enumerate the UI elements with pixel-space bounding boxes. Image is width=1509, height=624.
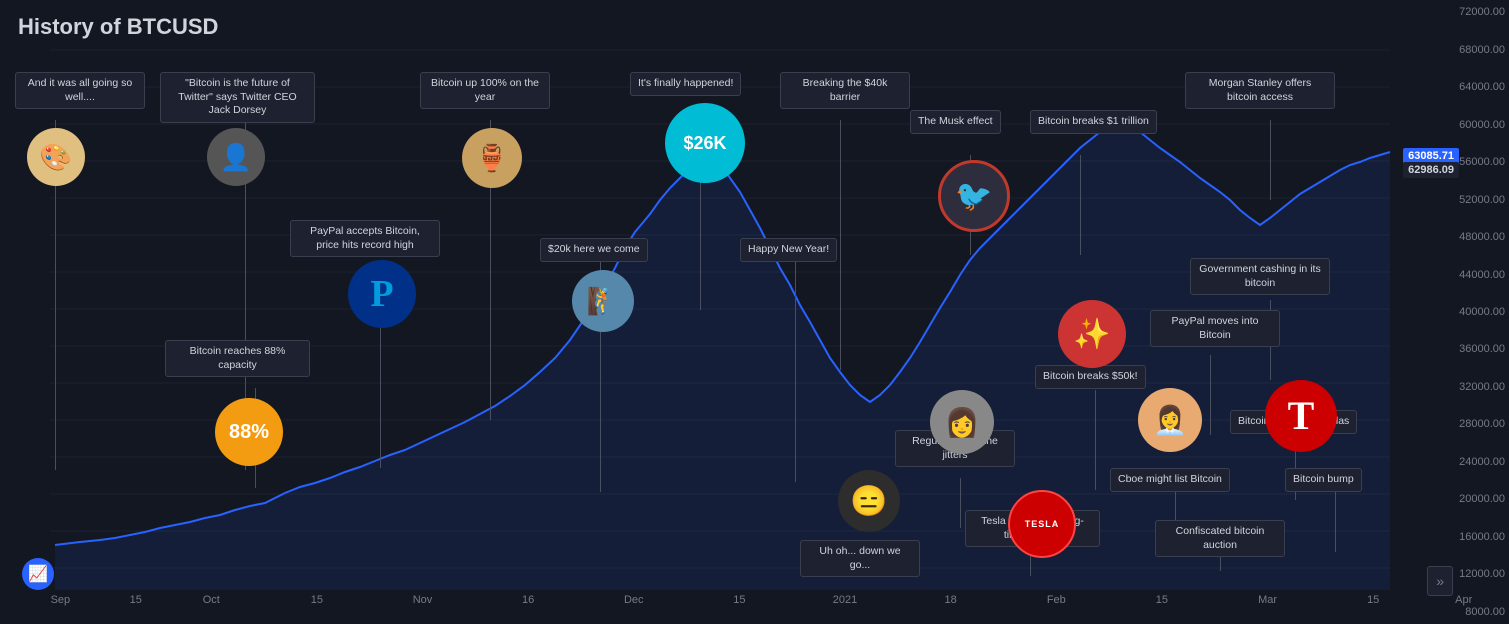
circle-c6: 🧗 <box>572 270 634 332</box>
x-label: Sep <box>51 594 71 606</box>
annotation-line-ann13 <box>960 478 961 528</box>
y-label: 28000.00 <box>1459 418 1505 430</box>
annotation-ann3: Bitcoin up 100% on the year <box>420 72 550 109</box>
annotation-ann10: $20k here we come <box>540 238 648 262</box>
annotation-line-ann14 <box>1030 556 1031 576</box>
nav-arrow-right[interactable]: » <box>1427 566 1453 596</box>
annotation-ann6: The Musk effect <box>910 110 1001 134</box>
annotation-ann7: Bitcoin breaks $1 trillion <box>1030 110 1157 134</box>
circle-c7: 🐦 <box>938 160 1010 232</box>
x-label: Mar <box>1258 594 1277 606</box>
annotation-line-ann5 <box>840 120 841 370</box>
y-label: 68000.00 <box>1459 44 1505 56</box>
annotation-ann9: PayPal accepts Bitcoin, price hits recor… <box>290 220 440 257</box>
y-label: 48000.00 <box>1459 231 1505 243</box>
y-label: 32000.00 <box>1459 381 1505 393</box>
annotation-line-ann8 <box>1270 120 1271 200</box>
x-label: 15 <box>1367 594 1379 606</box>
circle-c8: 88% <box>215 398 283 466</box>
annotation-ann1: And it was all going so well.... <box>15 72 145 109</box>
y-label: 64000.00 <box>1459 81 1505 93</box>
page-title: History of BTCUSD <box>18 14 218 40</box>
y-label: 8000.00 <box>1465 606 1505 618</box>
x-label: 2021 <box>833 594 857 606</box>
annotation-line-ann11 <box>795 262 796 482</box>
x-label: 15 <box>733 594 745 606</box>
annotation-line-ann20 <box>1220 556 1221 571</box>
circle-c1: 🎨 <box>27 128 85 186</box>
x-label: 15 <box>130 594 142 606</box>
annotation-ann2: "Bitcoin is the future of Twitter" says … <box>160 72 315 123</box>
price-label: 62986.09 <box>1403 162 1459 178</box>
annotation-ann8: Morgan Stanley offers bitcoin access <box>1185 72 1335 109</box>
y-label: 56000.00 <box>1459 156 1505 168</box>
annotation-line-ann15 <box>1095 390 1096 490</box>
circle-c13: 👩‍💼 <box>1138 388 1202 452</box>
x-label: 18 <box>945 594 957 606</box>
annotation-ann22: Uh oh... down we go... <box>800 540 920 577</box>
x-label: Oct <box>203 594 220 606</box>
annotation-line-ann7 <box>1080 155 1081 255</box>
y-label: 52000.00 <box>1459 194 1505 206</box>
annotation-ann21: Bitcoin bump <box>1285 468 1362 492</box>
y-label: 24000.00 <box>1459 456 1505 468</box>
circle-c5: $26K <box>665 103 745 183</box>
y-label: 36000.00 <box>1459 343 1505 355</box>
annotation-ann20: Confiscated bitcoin auction <box>1155 520 1285 557</box>
circle-c9: 👩 <box>930 390 994 454</box>
x-label: 15 <box>1156 594 1168 606</box>
annotation-line-ann21 <box>1335 492 1336 552</box>
annotation-ann16: PayPal moves into Bitcoin <box>1150 310 1280 347</box>
annotation-ann5: Breaking the $40k barrier <box>780 72 910 109</box>
x-label: Nov <box>413 594 433 606</box>
x-label: Dec <box>624 594 644 606</box>
x-label: 15 <box>311 594 323 606</box>
y-label: 44000.00 <box>1459 269 1505 281</box>
circle-c15: 📈 <box>22 558 54 590</box>
annotation-ann15: Bitcoin breaks $50k! <box>1035 365 1146 389</box>
annotation-ann18: Government cashing in its bitcoin <box>1190 258 1330 295</box>
circle-c3: P <box>348 260 416 328</box>
y-label: 16000.00 <box>1459 531 1505 543</box>
annotation-line-ann16 <box>1210 355 1211 435</box>
annotation-ann17: Cboe might list Bitcoin <box>1110 468 1230 492</box>
x-label: 16 <box>522 594 534 606</box>
circle-c11: ✨ <box>1058 300 1126 368</box>
circle-c4: 🏺 <box>462 128 522 188</box>
y-label: 40000.00 <box>1459 306 1505 318</box>
chart-container: History of BTCUSD 72000.00 68000.00 64000.… <box>0 0 1509 624</box>
circle-c12: TESLA <box>1008 490 1076 558</box>
y-label: 20000.00 <box>1459 493 1505 505</box>
y-label: 72000.00 <box>1459 6 1505 18</box>
annotation-ann12: Bitcoin reaches 88% capacity <box>165 340 310 377</box>
circle-c2: 👤 <box>207 128 265 186</box>
annotation-ann4: It's finally happened! <box>630 72 741 96</box>
x-label: Feb <box>1047 594 1066 606</box>
y-label: 60000.00 <box>1459 119 1505 131</box>
annotation-ann11: Happy New Year! <box>740 238 837 262</box>
x-label: Apr <box>1455 594 1472 606</box>
circle-c10: 😑 <box>838 470 900 532</box>
circle-c14: T <box>1265 380 1337 452</box>
y-label: 12000.00 <box>1459 568 1505 580</box>
